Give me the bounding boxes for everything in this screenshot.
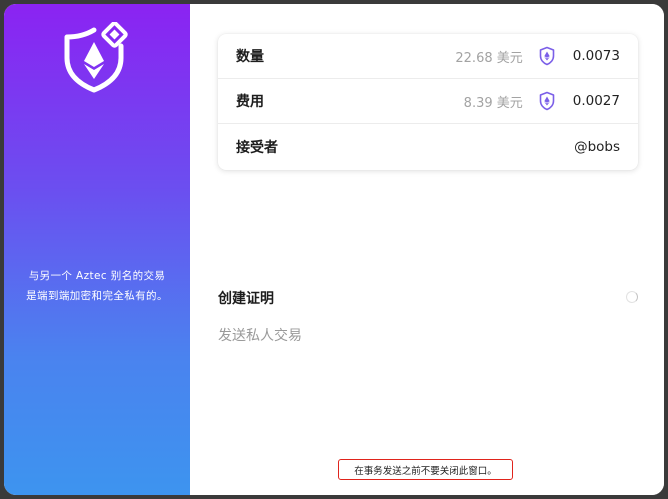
- recipient-value: @bobs: [574, 138, 620, 155]
- fee-label: 费用: [236, 94, 264, 110]
- private-eth-shield-icon: [539, 91, 555, 111]
- loading-spinner-icon: [626, 291, 638, 303]
- warning-text: 在事务发送之前不要关闭此窗口。: [354, 465, 497, 477]
- summary-row-fee: 费用 8.39 美元 0.0027: [218, 79, 638, 124]
- private-eth-shield-icon: [539, 46, 555, 66]
- do-not-close-warning: 在事务发送之前不要关闭此窗口。: [338, 459, 513, 480]
- progress-steps: 创建证明 发送私人交易: [218, 288, 638, 344]
- sidebar-description-line-1: 与另一个 Aztec 别名的交易: [28, 270, 166, 282]
- fee-value: 0.0027: [572, 93, 620, 109]
- sidebar: 与另一个 Aztec 别名的交易 是端到端加密和完全私有的。: [4, 4, 190, 495]
- amount-value: 0.0073: [572, 48, 620, 64]
- fee-fiat-value: 8.39 美元: [463, 95, 523, 111]
- summary-row-amount: 数量 22.68 美元 0.0073: [218, 34, 638, 79]
- recipient-label: 接受者: [236, 139, 278, 156]
- sidebar-description: 与另一个 Aztec 别名的交易 是端到端加密和完全私有的。: [4, 266, 190, 306]
- main-panel: 数量 22.68 美元 0.0073 费用 8.39 美元 0.0027 接受者…: [190, 4, 664, 495]
- transaction-window: 与另一个 Aztec 别名的交易 是端到端加密和完全私有的。 数量 22.68 …: [4, 4, 664, 495]
- amount-label: 数量: [236, 49, 264, 65]
- transaction-summary-card: 数量 22.68 美元 0.0073 费用 8.39 美元 0.0027 接受者…: [218, 34, 638, 170]
- sidebar-description-line-2: 是端到端加密和完全私有的。: [26, 290, 168, 302]
- amount-fiat-value: 22.68 美元: [455, 50, 523, 66]
- summary-row-recipient: 接受者 @bobs: [218, 124, 638, 169]
- step-title: 创建证明: [218, 291, 274, 307]
- step-subtitle: 发送私人交易: [218, 328, 302, 344]
- aztec-shield-ethereum-icon: [64, 22, 128, 93]
